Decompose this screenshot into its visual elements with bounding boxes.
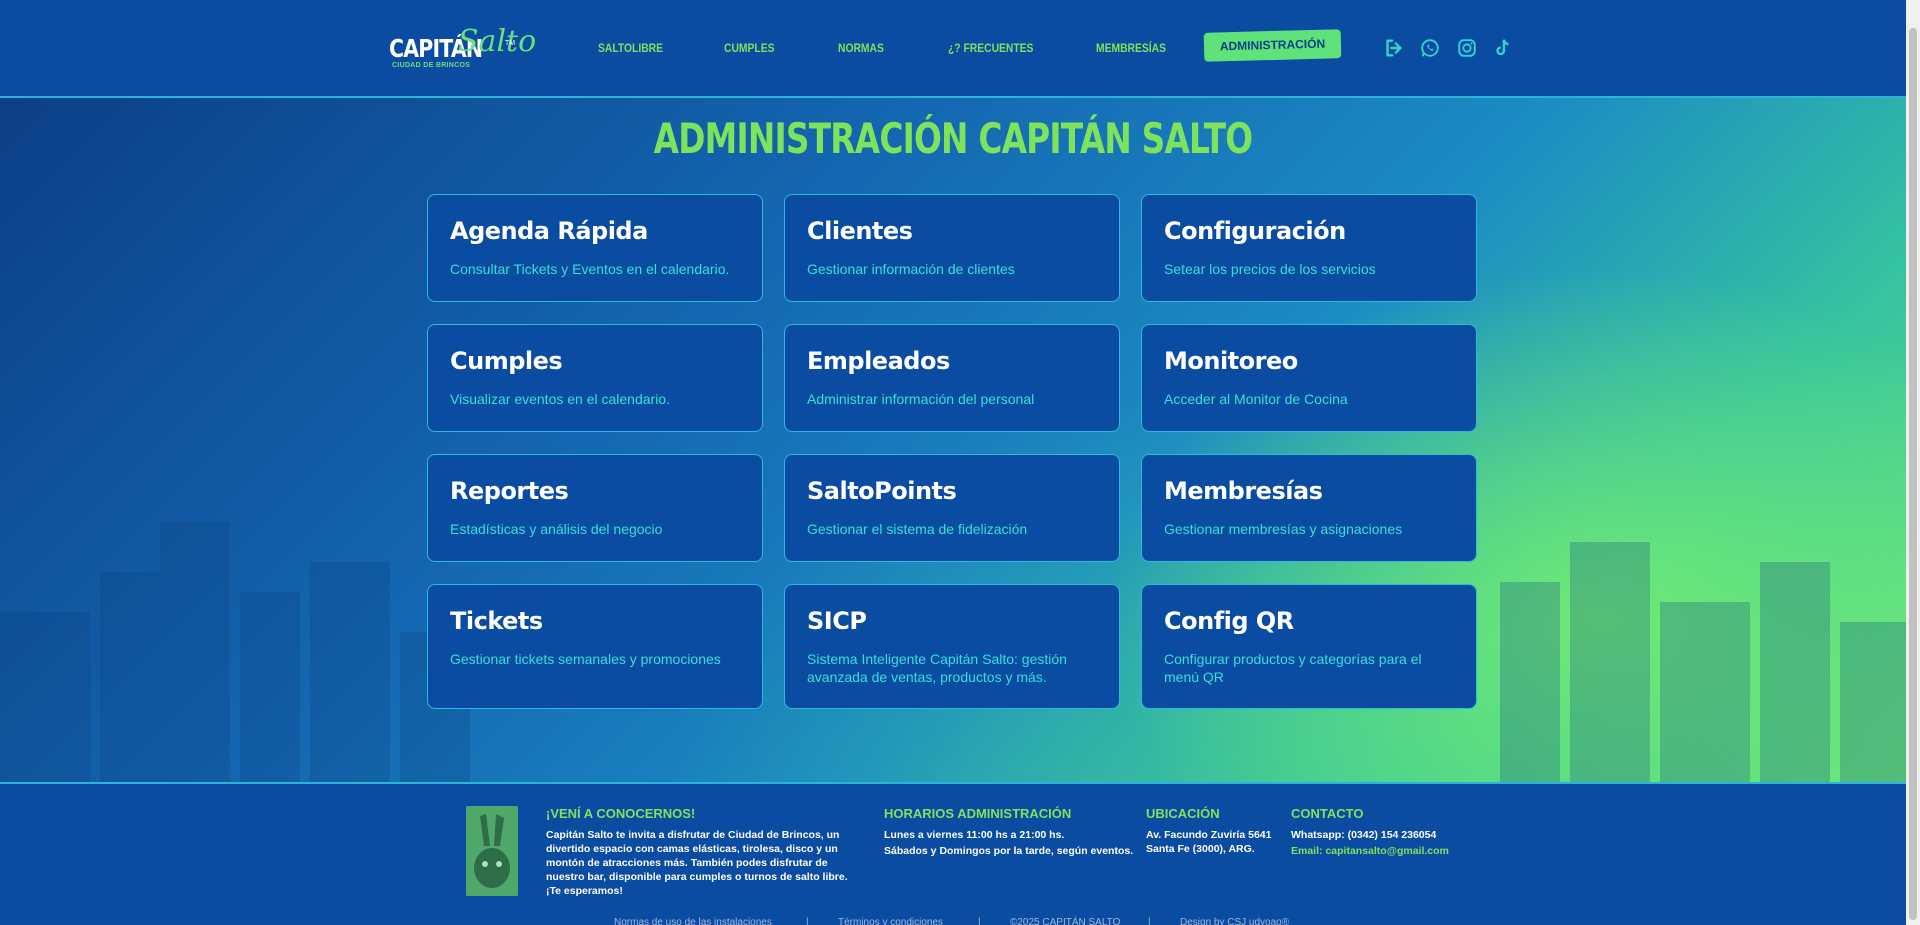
logo-script: Salto xyxy=(458,24,537,59)
footer-contact-heading: CONTACTO xyxy=(1291,806,1364,821)
footer-link-terminos[interactable]: Términos y condiciones xyxy=(838,917,943,925)
nav-administracion[interactable]: ADMINISTRACIÓN xyxy=(1203,29,1342,62)
footer-divider: | xyxy=(1148,917,1151,925)
card-description: Gestionar el sistema de fidelización xyxy=(807,521,1028,537)
footer-hours-heading: HORARIOS ADMINISTRACIÓN xyxy=(884,806,1072,821)
card-title: Config QR xyxy=(1164,607,1294,635)
page-title: ADMINISTRACIÓN CAPITÁN SALTO xyxy=(653,114,1253,163)
card-agenda-rapida[interactable]: Agenda Rápida Consultar Tickets y Evento… xyxy=(427,194,763,302)
card-membresias[interactable]: Membresías Gestionar membresías y asigna… xyxy=(1141,454,1477,562)
footer-copyright: ©2025 CAPITÁN SALTO xyxy=(1010,917,1121,925)
rabbit-mascot-image xyxy=(466,806,518,896)
card-title: Agenda Rápida xyxy=(450,217,648,245)
nav-saltolibre[interactable]: SALTOLIBRE xyxy=(598,41,663,55)
nav-normas[interactable]: NORMAS xyxy=(838,41,884,55)
footer-hours-weekends: Sábados y Domingos por la tarde, según e… xyxy=(884,845,1134,857)
footer-design-credit[interactable]: Design by CSJ udyoao® xyxy=(1180,917,1289,925)
page-scrollbar[interactable] xyxy=(1906,0,1920,925)
footer-email-link[interactable]: capitansalto@gmail.com xyxy=(1325,845,1448,857)
scrollbar-thumb[interactable] xyxy=(1909,28,1917,920)
footer-about-text: Capitán Salto te invita a disfrutar de C… xyxy=(546,829,848,897)
card-config-qr[interactable]: Config QR Configurar productos y categor… xyxy=(1141,584,1477,709)
instagram-icon[interactable] xyxy=(1456,37,1478,59)
footer-location-heading: UBICACIÓN xyxy=(1146,806,1220,821)
card-title: Cumples xyxy=(450,347,563,375)
footer-address-line2: Santa Fe (3000), ARG. xyxy=(1146,843,1255,855)
card-clientes[interactable]: Clientes Gestionar información de client… xyxy=(784,194,1120,302)
card-description: Gestionar tickets semanales y promocione… xyxy=(450,651,721,667)
card-saltopoints[interactable]: SaltoPoints Gestionar el sistema de fide… xyxy=(784,454,1120,562)
admin-main: ADMINISTRACIÓN CAPITÁN SALTO Agenda Rápi… xyxy=(0,98,1906,782)
card-description: Consultar Tickets y Eventos en el calend… xyxy=(450,261,730,277)
nav-cumples[interactable]: CUMPLES xyxy=(724,41,774,55)
capitan-salto-logo[interactable]: CAPITÁN Salto TM CIUDAD DE BRINCOS xyxy=(388,16,536,82)
logo-subtitle: CIUDAD DE BRINCOS xyxy=(392,62,471,69)
card-title: Configuración xyxy=(1164,217,1346,245)
card-monitoreo[interactable]: Monitoreo Acceder al Monitor de Cocina xyxy=(1141,324,1477,432)
card-description: Visualizar eventos en el calendario. xyxy=(450,391,670,407)
site-footer: ¡VENÍ A CONOCERNOS! Capitán Salto te inv… xyxy=(0,782,1906,925)
footer-email-label: Email: xyxy=(1291,845,1326,857)
card-description: Administrar información del personal xyxy=(807,391,1035,407)
card-description: Sistema Inteligente Capitán Salto: gesti… xyxy=(807,651,1067,685)
nav-frecuentes[interactable]: ¿? FRECUENTES xyxy=(948,41,1033,55)
footer-link-normas[interactable]: Normas de uso de las instalaciones xyxy=(614,917,772,925)
card-title: Empleados xyxy=(807,347,950,375)
footer-address-line1: Av. Facundo Zuviría 5641 xyxy=(1146,829,1272,841)
card-tickets[interactable]: Tickets Gestionar tickets semanales y pr… xyxy=(427,584,763,709)
card-description: Acceder al Monitor de Cocina xyxy=(1164,391,1348,407)
footer-divider: | xyxy=(978,917,981,925)
card-description: Gestionar información de clientes xyxy=(807,261,1015,277)
footer-whatsapp[interactable]: Whatsapp: (0342) 154 236054 xyxy=(1291,828,1436,842)
card-title: SICP xyxy=(807,607,867,635)
whatsapp-icon[interactable] xyxy=(1419,37,1441,59)
card-title: Clientes xyxy=(807,217,913,245)
card-title: Membresías xyxy=(1164,477,1323,505)
logo-trademark: TM xyxy=(505,40,516,47)
card-title: Tickets xyxy=(450,607,543,635)
footer-about-heading: ¡VENÍ A CONOCERNOS! xyxy=(546,806,696,821)
card-description: Estadísticas y análisis del negocio xyxy=(450,521,663,537)
card-description: Gestionar membresías y asignaciones xyxy=(1164,521,1403,537)
tiktok-icon[interactable] xyxy=(1492,37,1514,59)
site-header: CAPITÁN Salto TM CIUDAD DE BRINCOS SALTO… xyxy=(0,0,1906,98)
card-sicp[interactable]: SICP Sistema Inteligente Capitán Salto: … xyxy=(784,584,1120,709)
card-title: Monitoreo xyxy=(1164,347,1298,375)
nav-membresias[interactable]: MEMBRESÍAS xyxy=(1096,41,1166,55)
card-title: SaltoPoints xyxy=(807,477,957,505)
card-configuracion[interactable]: Configuración Setear los precios de los … xyxy=(1141,194,1477,302)
footer-email-row: Email: capitansalto@gmail.com xyxy=(1291,844,1449,858)
footer-hours-weekdays: Lunes a viernes 11:00 hs a 21:00 hs. xyxy=(884,829,1065,841)
logout-icon[interactable] xyxy=(1383,37,1405,59)
card-description: Setear los precios de los servicios xyxy=(1164,261,1376,277)
card-empleados[interactable]: Empleados Administrar información del pe… xyxy=(784,324,1120,432)
footer-divider: | xyxy=(806,917,809,925)
card-description: Configurar productos y categorías para e… xyxy=(1164,651,1422,685)
card-reportes[interactable]: Reportes Estadísticas y análisis del neg… xyxy=(427,454,763,562)
card-title: Reportes xyxy=(450,477,569,505)
admin-card-grid: Agenda Rápida Consultar Tickets y Evento… xyxy=(427,194,1479,709)
card-cumples[interactable]: Cumples Visualizar eventos en el calenda… xyxy=(427,324,763,432)
